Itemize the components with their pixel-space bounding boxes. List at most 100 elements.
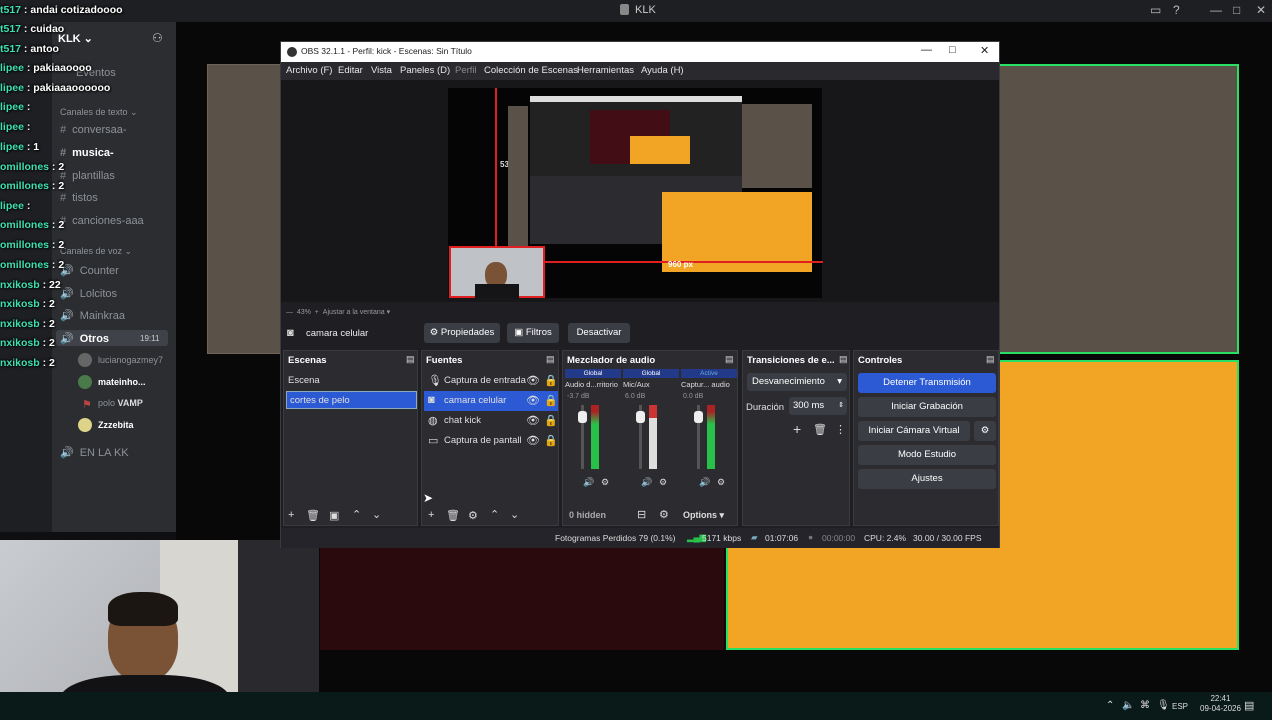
channel-item[interactable]: # tistos xyxy=(60,192,98,204)
options-button[interactable]: Options ▾ xyxy=(683,510,724,521)
lock-icon[interactable]: 🔒 xyxy=(544,374,558,387)
channel-settings-icon[interactable]: ⚙ xyxy=(659,477,667,488)
channel-name[interactable]: Captur... audio xyxy=(681,380,737,389)
maximize-icon[interactable]: □ xyxy=(949,44,956,56)
obs-preview[interactable]: 539 px 960 px — 43% + Ajustar a la venta… xyxy=(281,80,999,316)
source-item[interactable]: ◍ chat kick 👁 🔒 xyxy=(424,411,558,431)
channel-settings-icon[interactable]: ⚙ xyxy=(717,477,725,488)
voice-user[interactable]: lucianogazmey7 xyxy=(98,355,163,365)
properties-button[interactable]: ⚙ Propiedades xyxy=(424,323,500,343)
mic-icon[interactable]: 🎙 xyxy=(1157,700,1170,711)
close-icon[interactable]: ✕ xyxy=(1256,3,1266,17)
trash-icon[interactable]: 🗑 xyxy=(306,509,320,522)
eye-icon[interactable]: 👁 xyxy=(526,414,540,427)
source-item[interactable]: 🎙 Captura de entrada 👁 🔒 xyxy=(424,371,558,391)
volume-slider[interactable] xyxy=(636,405,645,469)
section-voice-channels[interactable]: Canales de voz ⌄ xyxy=(60,246,132,257)
volume-slider[interactable] xyxy=(694,405,703,469)
section-text-channels[interactable]: Canales de texto ⌄ xyxy=(60,107,138,118)
maximize-icon[interactable]: □ xyxy=(1233,3,1240,17)
voice-channel-item[interactable]: 🔊 Counter xyxy=(60,264,119,277)
lock-icon[interactable]: 🔒 xyxy=(544,394,558,407)
dock-menu-icon[interactable]: ▤ xyxy=(406,354,415,365)
channel-item[interactable]: # canciones-aaa xyxy=(60,215,144,227)
lock-icon[interactable]: 🔒 xyxy=(544,414,558,427)
layout-icon[interactable]: ⊟ xyxy=(637,508,646,521)
stop-streaming-button[interactable]: Detener Transmisión xyxy=(858,373,996,393)
menu-editar[interactable]: Editar xyxy=(338,65,363,76)
close-icon[interactable]: ✕ xyxy=(980,44,989,57)
move-down-icon[interactable]: ⌄ xyxy=(510,508,519,521)
filters-button[interactable]: ▣ Filtros xyxy=(507,323,559,343)
help-icon[interactable]: ? xyxy=(1173,3,1180,17)
virtual-camera-settings-icon[interactable]: ⚙ xyxy=(974,421,996,441)
mixer-settings-icon[interactable]: ⚙ xyxy=(659,508,669,521)
source-item-selected[interactable]: ◙ camara celular 👁 🔒 xyxy=(424,391,558,411)
language-indicator[interactable]: ESP xyxy=(1172,702,1188,711)
move-up-icon[interactable]: ⌃ xyxy=(352,508,361,521)
start-virtual-camera-button[interactable]: Iniciar Cámara Virtual xyxy=(858,421,970,441)
eye-icon[interactable]: 👁 xyxy=(526,434,540,447)
selected-camera-source[interactable] xyxy=(449,246,545,298)
voice-channel-item[interactable]: 🔊 EN LA KK xyxy=(60,446,129,459)
slider-knob[interactable] xyxy=(578,411,587,423)
add-icon[interactable]: + xyxy=(288,509,294,521)
channel-item[interactable]: # musica- xyxy=(60,147,114,159)
slider-knob[interactable] xyxy=(636,411,645,423)
add-icon[interactable]: + xyxy=(428,509,434,521)
channel-name[interactable]: Audio d...rritorio xyxy=(565,380,621,389)
add-member-icon[interactable]: ⚇ xyxy=(152,31,163,45)
eye-icon[interactable]: 👁 xyxy=(526,394,540,407)
minimize-icon[interactable]: — xyxy=(921,44,932,56)
eye-icon[interactable]: 👁 xyxy=(526,374,540,387)
move-down-icon[interactable]: ⌄ xyxy=(372,508,381,521)
network-icon[interactable]: ⌘ xyxy=(1140,700,1150,711)
voice-channel-item[interactable]: 🔊 Otros xyxy=(60,332,109,345)
settings-button[interactable]: Ajustes xyxy=(858,469,996,489)
lock-icon[interactable]: 🔒 xyxy=(544,434,558,447)
dock-menu-icon[interactable]: ▤ xyxy=(725,354,734,365)
dock-menu-icon[interactable]: ▤ xyxy=(839,354,848,365)
studio-mode-button[interactable]: Modo Estudio xyxy=(858,445,996,465)
deactivate-button[interactable]: Desactivar xyxy=(568,323,630,343)
gear-icon[interactable]: ⚙ xyxy=(468,509,478,522)
add-icon[interactable]: + xyxy=(793,421,801,437)
start-recording-button[interactable]: Iniciar Grabación xyxy=(858,397,996,417)
speaker-icon[interactable]: 🔊 xyxy=(583,477,594,488)
voice-user[interactable]: polo VAMP xyxy=(98,398,143,408)
channel-item[interactable]: # plantillas xyxy=(60,170,115,182)
dock-menu-icon[interactable]: ▤ xyxy=(986,354,995,365)
menu-ayuda[interactable]: Ayuda (H) xyxy=(641,65,684,76)
tray-chevron-icon[interactable]: ⌃ xyxy=(1106,700,1114,711)
voice-user[interactable]: mateinho... xyxy=(98,377,146,387)
notification-icon[interactable]: ▤ xyxy=(1244,699,1254,712)
menu-paneles[interactable]: Paneles (D) xyxy=(400,65,450,76)
more-icon[interactable]: ⋮ xyxy=(835,423,846,436)
dock-menu-icon[interactable]: ▤ xyxy=(546,354,555,365)
menu-coleccion[interactable]: Colección de Escenas xyxy=(484,65,578,76)
screen-share-icon[interactable]: ▭ xyxy=(1150,3,1161,17)
menu-perfil[interactable]: Perfil xyxy=(455,65,477,76)
preview-canvas[interactable]: 539 px 960 px xyxy=(448,88,823,298)
channel-settings-icon[interactable]: ⚙ xyxy=(601,477,609,488)
scene-item-selected[interactable]: cortes de pelo xyxy=(286,391,417,409)
channel-name[interactable]: Mic/Aux xyxy=(623,380,679,389)
volume-icon[interactable]: 🔈 xyxy=(1122,700,1134,711)
move-up-icon[interactable]: ⌃ xyxy=(490,508,499,521)
menu-archivo[interactable]: Archivo (F) xyxy=(286,65,332,76)
duration-input[interactable]: 300 ms ⇕ xyxy=(789,397,847,415)
scene-item[interactable]: Escena xyxy=(288,375,320,386)
source-item[interactable]: ▭ Captura de pantalla 👁 🔒 xyxy=(424,431,558,451)
taskbar-clock[interactable]: 22:41 09-04-2026 xyxy=(1200,694,1241,714)
speaker-icon[interactable]: 🔊 xyxy=(641,477,652,488)
volume-slider[interactable] xyxy=(578,405,587,469)
minimize-icon[interactable]: — xyxy=(1210,3,1222,17)
scene-filter-icon[interactable]: ▣ xyxy=(329,509,339,522)
zoom-controls[interactable]: — 43% + Ajustar a la ventana ▾ xyxy=(286,308,390,316)
trash-icon[interactable]: 🗑 xyxy=(813,423,827,436)
voice-channel-item[interactable]: 🔊 Lolcitos xyxy=(60,287,117,300)
menu-herramientas[interactable]: Herramientas xyxy=(577,65,634,76)
voice-channel-item[interactable]: 🔊 Mainkraa xyxy=(60,309,125,322)
slider-knob[interactable] xyxy=(694,411,703,423)
speaker-icon[interactable]: 🔊 xyxy=(699,477,710,488)
